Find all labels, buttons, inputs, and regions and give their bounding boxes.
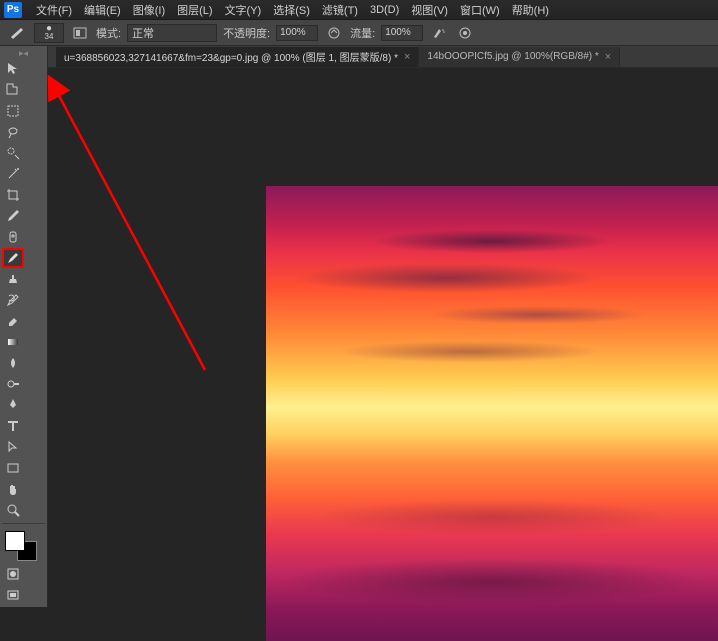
menu-type[interactable]: 文字(Y) bbox=[219, 0, 268, 20]
dodge-tool[interactable] bbox=[2, 374, 24, 394]
brush-panel-toggle-icon[interactable] bbox=[70, 24, 90, 42]
menu-window[interactable]: 窗口(W) bbox=[454, 0, 506, 20]
blur-tool[interactable] bbox=[2, 353, 24, 373]
menu-help[interactable]: 帮助(H) bbox=[506, 0, 555, 20]
flow-input[interactable] bbox=[381, 25, 423, 41]
main-menubar: Ps 文件(F) 编辑(E) 图像(I) 图层(L) 文字(Y) 选择(S) 滤… bbox=[0, 0, 718, 20]
marquee-tool[interactable] bbox=[2, 101, 24, 121]
brush-preset-picker[interactable]: ● 34 bbox=[34, 23, 64, 43]
foreground-color[interactable] bbox=[5, 531, 25, 551]
menu-image[interactable]: 图像(I) bbox=[127, 0, 171, 20]
mode-label: 模式: bbox=[96, 25, 121, 41]
toolbox: ▸◂ bbox=[0, 46, 48, 607]
canvas-area[interactable] bbox=[48, 68, 718, 641]
image-content bbox=[266, 186, 718, 641]
healing-brush-tool[interactable] bbox=[2, 227, 24, 247]
close-icon[interactable]: × bbox=[404, 51, 410, 63]
menu-view[interactable]: 视图(V) bbox=[405, 0, 454, 20]
menu-filter[interactable]: 滤镜(T) bbox=[316, 0, 364, 20]
menu-select[interactable]: 选择(S) bbox=[267, 0, 316, 20]
artboard-tool[interactable] bbox=[2, 80, 24, 100]
gradient-tool[interactable] bbox=[2, 332, 24, 352]
eyedropper-tool[interactable] bbox=[2, 206, 24, 226]
current-tool-icon[interactable] bbox=[6, 24, 28, 42]
blend-mode-value: 正常 bbox=[132, 28, 154, 40]
menu-3d[interactable]: 3D(D) bbox=[364, 2, 405, 18]
canvas-image[interactable] bbox=[266, 186, 718, 641]
zoom-tool[interactable] bbox=[2, 500, 24, 520]
opacity-input[interactable] bbox=[276, 25, 318, 41]
type-tool[interactable] bbox=[2, 416, 24, 436]
options-bar: ● 34 模式: 正常 不透明度: 流量: bbox=[0, 20, 718, 46]
tab-2-label: 14bOOOPICf5.jpg @ 100%(RGB/8#) * bbox=[427, 51, 598, 62]
magic-wand-tool[interactable] bbox=[2, 164, 24, 184]
opacity-label: 不透明度: bbox=[223, 25, 270, 41]
pen-tool[interactable] bbox=[2, 395, 24, 415]
tab-1-label: u=368856023,327141667&fm=23&gp=0.jpg @ 1… bbox=[64, 49, 398, 64]
color-swatches bbox=[2, 531, 45, 563]
quick-mask-toggle[interactable] bbox=[2, 564, 24, 584]
workspace bbox=[0, 68, 718, 641]
close-icon[interactable]: × bbox=[605, 51, 611, 63]
lasso-tool[interactable] bbox=[2, 122, 24, 142]
brush-size-value: 34 bbox=[45, 33, 54, 41]
toolbox-divider bbox=[2, 523, 45, 524]
screen-mode-toggle[interactable] bbox=[2, 585, 24, 605]
toolbox-grip[interactable]: ▸◂ bbox=[2, 48, 45, 58]
pressure-opacity-icon[interactable] bbox=[324, 24, 344, 42]
hand-tool[interactable] bbox=[2, 479, 24, 499]
menu-file[interactable]: 文件(F) bbox=[30, 0, 78, 20]
brush-tool[interactable] bbox=[2, 248, 24, 268]
eraser-tool[interactable] bbox=[2, 311, 24, 331]
shape-tool[interactable] bbox=[2, 458, 24, 478]
menu-edit[interactable]: 编辑(E) bbox=[78, 0, 127, 20]
clone-stamp-tool[interactable] bbox=[2, 269, 24, 289]
document-tabbar: u=368856023,327141667&fm=23&gp=0.jpg @ 1… bbox=[0, 46, 718, 68]
airbrush-icon[interactable] bbox=[429, 24, 449, 42]
move-tool[interactable] bbox=[2, 59, 24, 79]
blend-mode-select[interactable]: 正常 bbox=[127, 24, 217, 42]
pressure-size-icon[interactable] bbox=[455, 24, 475, 42]
flow-label: 流量: bbox=[350, 25, 375, 41]
app-logo: Ps bbox=[4, 2, 22, 18]
document-tab-2[interactable]: 14bOOOPICf5.jpg @ 100%(RGB/8#) * × bbox=[419, 47, 620, 67]
history-brush-tool[interactable] bbox=[2, 290, 24, 310]
document-tab-1[interactable]: u=368856023,327141667&fm=23&gp=0.jpg @ 1… bbox=[56, 47, 419, 67]
quick-selection-tool[interactable] bbox=[2, 143, 24, 163]
crop-tool[interactable] bbox=[2, 185, 24, 205]
menu-layer[interactable]: 图层(L) bbox=[171, 0, 218, 20]
path-selection-tool[interactable] bbox=[2, 437, 24, 457]
